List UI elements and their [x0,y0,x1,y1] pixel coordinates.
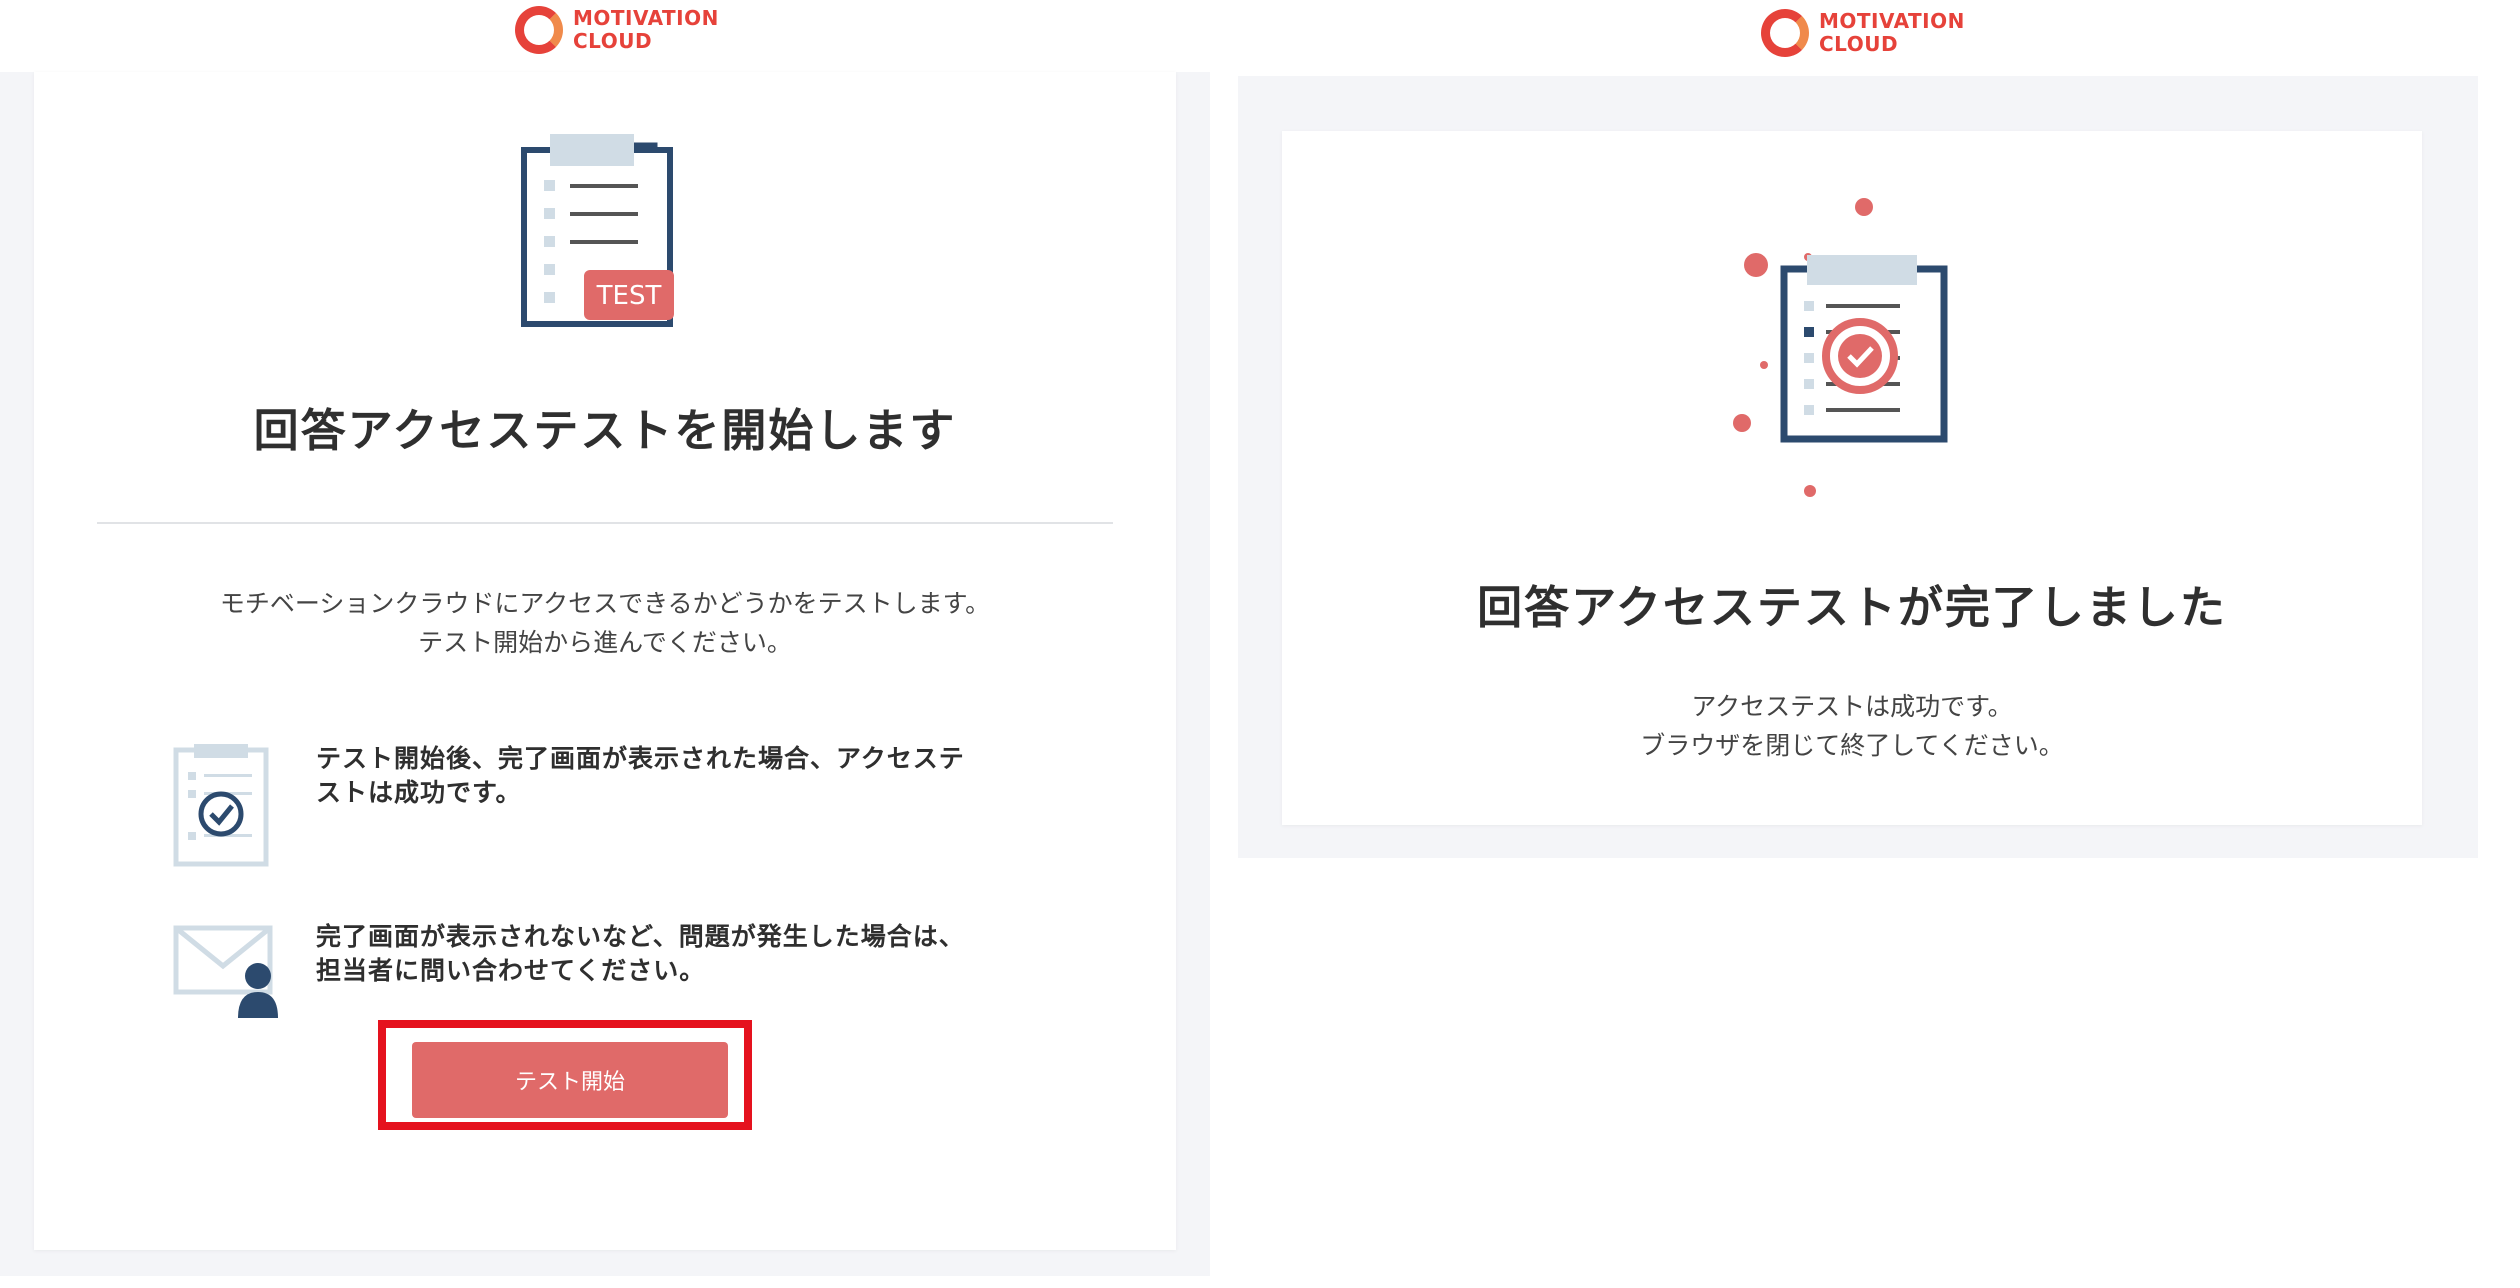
start-description-line: テスト開始から進んでください。 [418,628,792,657]
test-badge: TEST [596,281,662,311]
start-description: モチベーションクラウドにアクセスできるかどうかをテストします。 テスト開始から進… [34,584,1176,662]
logo-line-2: CLOUD [1819,32,1899,56]
complete-description: アクセステストは成功です。 ブラウザを閉じて終了してください。 [1282,687,2422,765]
test-clipboard-icon: TEST [521,134,674,327]
complete-description-line: ブラウザを閉じて終了してください。 [1640,731,2064,760]
logo-line-1: MOTIVATION [573,6,719,30]
start-description-line: モチベーションクラウドにアクセスできるかどうかをテストします。 [219,589,991,618]
logo-ring-icon [515,6,563,54]
logo-line-2: CLOUD [573,29,653,53]
divider [97,522,1113,524]
brand-logo: MOTIVATION CLOUD [1761,9,1965,57]
logo-ring-icon [1761,9,1809,57]
info-item-problem: 完了画面が表示されないなど、問題が発生した場合は、 担当者に問い合わせてください… [172,920,1072,1020]
start-screen-header: MOTIVATION CLOUD [0,0,1210,72]
brand-logo: MOTIVATION CLOUD [515,6,719,54]
start-test-button[interactable]: テスト開始 [412,1042,728,1118]
info-line: 完了画面が表示されないなど、問題が発生した場合は、 [316,922,965,951]
info-line: ストは成功です。 [316,778,522,807]
logo-line-1: MOTIVATION [1819,9,1965,33]
complete-card: 回答アクセステストが完了しました アクセステストは成功です。 ブラウザを閉じて終… [1282,131,2422,825]
clipboard-check-icon [173,744,269,867]
complete-page-title: 回答アクセステストが完了しました [1477,581,2227,634]
mail-person-icon [173,925,278,1018]
complete-screen-header: MOTIVATION CLOUD [1238,0,2478,76]
logo-text: MOTIVATION CLOUD [1819,10,1965,56]
start-screen-panel: MOTIVATION CLOUD TEST 回答アクセステストを開始します モチ… [0,0,1210,1276]
info-item-success: テスト開始後、完了画面が表示された場合、アクセステ ストは成功です。 [172,742,1072,868]
logo-text: MOTIVATION CLOUD [573,7,719,53]
info-text-problem: 完了画面が表示されないなど、問題が発生した場合は、 担当者に問い合わせてください… [316,920,965,988]
clipboard-success-icon [1733,198,1948,497]
complete-screen-panel: MOTIVATION CLOUD 回答アクセステストが完了しました アクセステス… [1238,0,2478,858]
info-line: 担当者に問い合わせてください。 [316,956,706,985]
info-line: テスト開始後、完了画面が表示された場合、アクセステ [316,744,965,773]
info-text-success: テスト開始後、完了画面が表示された場合、アクセステ ストは成功です。 [316,742,965,810]
start-page-title: 回答アクセステストを開始します [253,404,957,457]
complete-description-line: アクセステストは成功です。 [1691,692,2013,721]
